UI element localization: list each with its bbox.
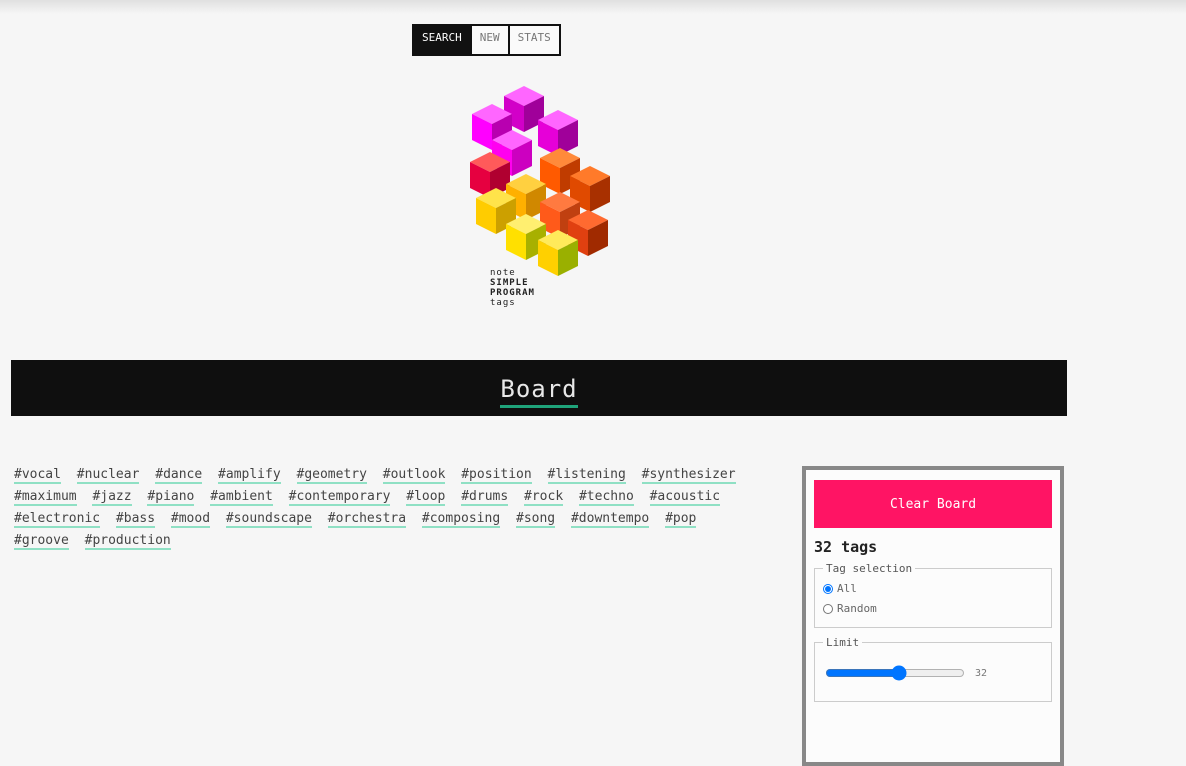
tag-link[interactable]: #dance (155, 467, 203, 484)
tag-link[interactable]: #loop (406, 489, 446, 506)
option-all[interactable]: All (823, 579, 1043, 599)
tag-link[interactable]: #soundscape (225, 511, 312, 528)
tag-selection-legend: Tag selection (826, 562, 913, 575)
tag-link[interactable]: #techno (578, 489, 634, 506)
tag-link[interactable]: #listening (547, 467, 626, 484)
tag-selection-group: Tag selection All Random (814, 562, 1052, 628)
option-all-radio[interactable] (823, 584, 833, 594)
logo-caption-line: SIMPLE (490, 278, 529, 288)
tag-link[interactable]: #groove (14, 533, 69, 550)
limit-group: Limit 32 (814, 636, 1052, 702)
board-panel: Clear Board 32 tags Tag selection All Ra… (802, 466, 1064, 766)
tag-link[interactable]: #piano (147, 489, 195, 506)
mode-switch: SEARCH NEW STATS (412, 24, 561, 56)
tag-link[interactable]: #position (461, 467, 532, 484)
tag-link[interactable]: #synthesizer (641, 467, 736, 484)
page-title: Board (500, 375, 578, 408)
logo-caption-line: tags (490, 298, 516, 308)
mode-new-button[interactable]: NEW (471, 26, 510, 54)
option-random[interactable]: Random (823, 599, 1043, 619)
logo-caption-line: note (490, 268, 516, 278)
clear-board-button[interactable]: Clear Board (814, 480, 1052, 528)
logo-caption-line: PROGRAM (490, 288, 535, 298)
tag-link[interactable]: #mood (170, 511, 211, 528)
option-random-label: Random (837, 602, 877, 615)
limit-legend: Limit (826, 636, 860, 649)
tag-count: 32 tags (814, 538, 878, 556)
option-random-radio[interactable] (823, 604, 833, 614)
tag-link[interactable]: #acoustic (649, 489, 721, 506)
tag-cloud: #vocal #nuclear #dance #amplify #geometr… (14, 464, 744, 552)
tag-link[interactable]: #composing (421, 511, 501, 528)
tag-link[interactable]: #geometry (296, 467, 367, 484)
logo-caption: note SIMPLE PROGRAM tags (490, 268, 590, 308)
tag-link[interactable]: #amplify (218, 467, 281, 484)
tag-link[interactable]: #outlook (382, 467, 446, 484)
top-shade (0, 0, 1186, 14)
tag-link[interactable]: #drums (461, 489, 509, 506)
option-all-label: All (837, 582, 857, 595)
tag-link[interactable]: #rock (524, 489, 564, 506)
tag-link[interactable]: #downtempo (570, 511, 650, 528)
tag-link[interactable]: #pop (665, 511, 697, 528)
tag-link[interactable]: #bass (115, 511, 156, 528)
limit-slider[interactable] (825, 665, 965, 681)
tag-link[interactable]: #orchestra (327, 511, 407, 528)
tag-link[interactable]: #ambient (210, 489, 273, 506)
tag-link[interactable]: #jazz (92, 489, 132, 506)
limit-value: 32 (975, 667, 988, 679)
tag-link[interactable]: #maximum (14, 489, 77, 506)
tag-link[interactable]: #nuclear (76, 467, 140, 484)
page-header-bar: Board (11, 360, 1067, 416)
mode-search-button[interactable]: SEARCH (414, 26, 472, 54)
tag-link[interactable]: #song (516, 511, 556, 528)
tag-link[interactable]: #contemporary (288, 489, 391, 506)
tag-link[interactable]: #vocal (14, 467, 61, 484)
mode-stats-button[interactable]: STATS (509, 26, 559, 54)
tag-link[interactable]: #production (84, 533, 171, 550)
tag-link[interactable]: #electronic (14, 511, 101, 528)
